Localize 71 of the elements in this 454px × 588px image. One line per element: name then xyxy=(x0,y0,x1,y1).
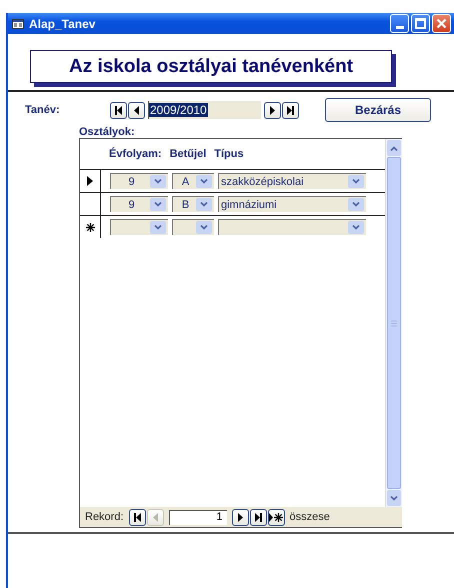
maximize-button[interactable] xyxy=(411,14,430,33)
chevron-down-icon xyxy=(352,202,360,207)
asterisk-icon xyxy=(86,222,94,232)
letter-combo[interactable] xyxy=(172,219,214,235)
first-record-button[interactable] xyxy=(110,102,127,118)
next-icon xyxy=(268,106,277,114)
next-icon xyxy=(236,512,245,522)
minimize-button[interactable] xyxy=(390,14,409,33)
scroll-thumb[interactable] xyxy=(387,157,401,489)
dropdown-button[interactable] xyxy=(196,175,212,188)
record-count-label: összese xyxy=(290,511,330,523)
dropdown-button[interactable] xyxy=(348,221,364,234)
grade-combo[interactable] xyxy=(110,219,168,235)
last-record-icon xyxy=(286,106,295,114)
first-record-icon xyxy=(114,106,123,114)
chevron-down-icon xyxy=(154,225,162,230)
minimize-icon xyxy=(396,26,404,29)
type-combo[interactable]: gimnáziumi xyxy=(218,196,366,212)
chevron-down-icon xyxy=(352,225,360,230)
chevron-down-icon xyxy=(154,202,162,207)
previous-icon xyxy=(150,512,160,522)
chevron-down-icon xyxy=(200,225,208,230)
chevron-down-icon xyxy=(352,179,360,184)
year-combo-field[interactable]: 2009/2010 xyxy=(148,101,261,119)
chevron-down-icon xyxy=(200,179,208,184)
field-label: Tanév: xyxy=(24,104,61,116)
current-record-icon xyxy=(87,176,93,186)
grade-combo[interactable]: 9 xyxy=(110,173,168,189)
new-record-button[interactable] xyxy=(268,508,285,526)
grade-combo[interactable]: 9 xyxy=(110,196,168,212)
record-number-field[interactable]: 1 xyxy=(168,510,227,524)
last-record-icon xyxy=(254,512,263,522)
window-title: Alap_Tanev xyxy=(29,16,96,30)
previous-icon xyxy=(132,106,141,114)
dropdown-button[interactable] xyxy=(196,221,212,234)
next-record-button[interactable] xyxy=(232,508,249,526)
subform-label: Osztályok: xyxy=(79,126,136,138)
dropdown-button[interactable] xyxy=(150,221,166,234)
form-icon xyxy=(12,18,24,28)
chevron-down-icon xyxy=(390,496,398,500)
first-record-button[interactable] xyxy=(128,508,146,526)
type-combo[interactable] xyxy=(218,219,366,235)
chevron-down-icon xyxy=(200,202,208,207)
scroll-down-button[interactable] xyxy=(387,490,401,506)
dropdown-button[interactable] xyxy=(348,175,364,188)
type-combo[interactable]: szakközépiskolai xyxy=(218,173,366,189)
previous-record-button[interactable] xyxy=(128,102,145,118)
close-button[interactable] xyxy=(432,14,451,33)
column-header: Típus xyxy=(214,148,244,160)
vertical-scrollbar[interactable] xyxy=(385,139,402,507)
dropdown-button[interactable] xyxy=(196,198,212,211)
next-record-button[interactable] xyxy=(264,102,281,118)
chevron-down-icon xyxy=(154,179,162,184)
column-header: Évfolyam: xyxy=(109,148,162,160)
column-header: Betűjel xyxy=(170,148,206,160)
close-form-button[interactable]: Bezárás xyxy=(325,98,431,122)
grip-icon xyxy=(391,320,397,326)
close-icon xyxy=(436,18,447,29)
letter-combo[interactable]: B xyxy=(172,196,214,212)
letter-combo[interactable]: A xyxy=(172,173,214,189)
maximize-icon xyxy=(415,18,426,29)
dropdown-button[interactable] xyxy=(348,198,364,211)
navigation-label: Rekord: xyxy=(85,511,124,523)
dropdown-button[interactable] xyxy=(150,198,166,211)
scroll-up-button[interactable] xyxy=(387,140,401,156)
first-record-icon xyxy=(132,512,142,522)
last-record-button[interactable] xyxy=(282,102,299,118)
new-record-icon xyxy=(269,512,284,522)
chevron-up-icon xyxy=(390,146,398,150)
dropdown-button[interactable] xyxy=(150,175,166,188)
last-record-button[interactable] xyxy=(250,508,267,526)
